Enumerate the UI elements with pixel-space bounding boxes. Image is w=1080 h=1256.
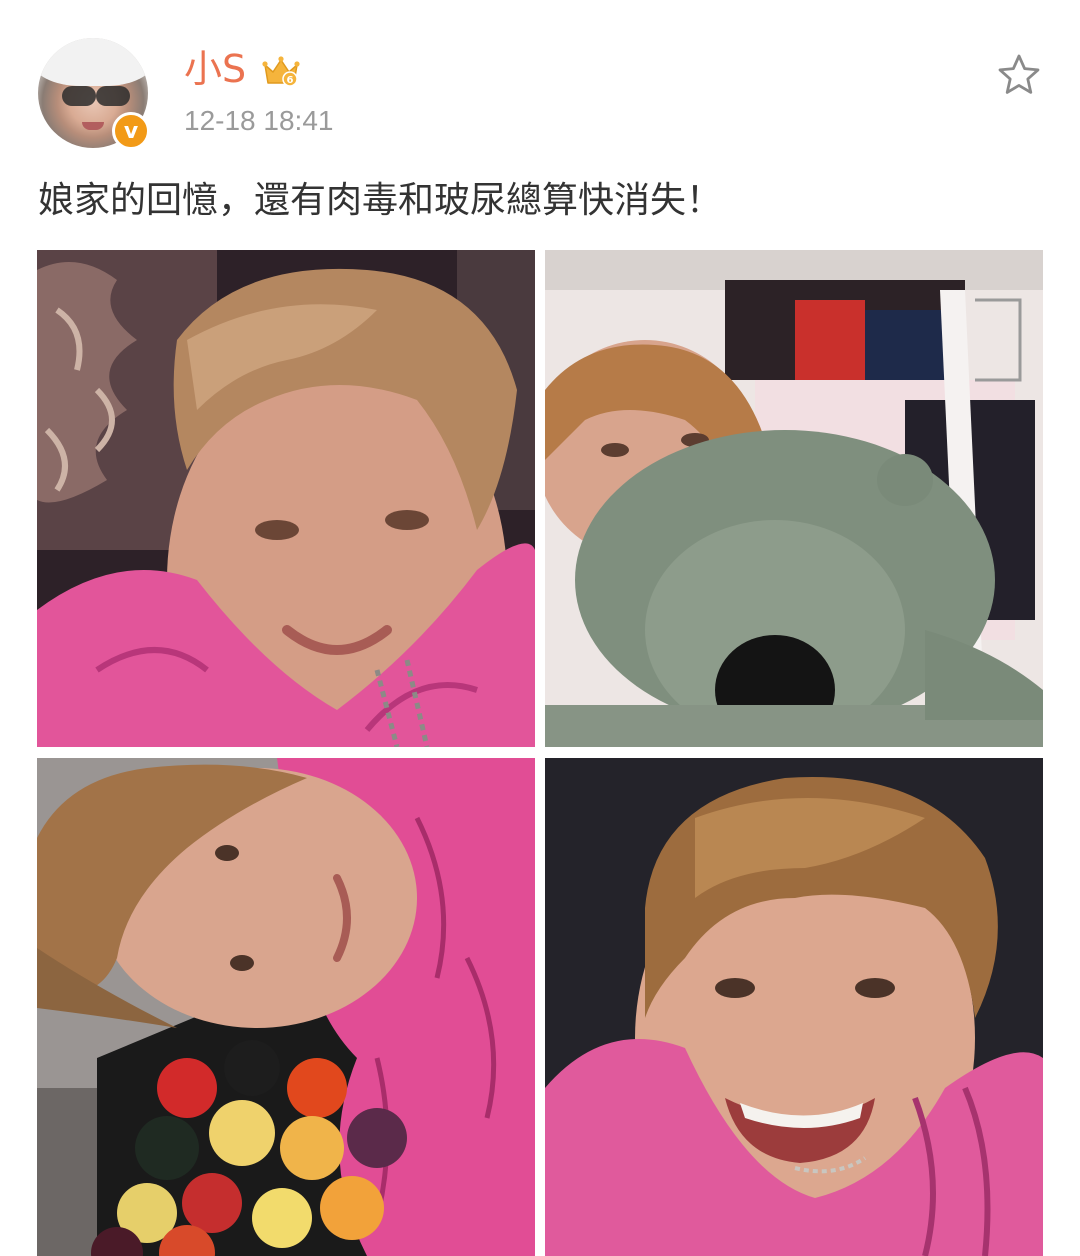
post-header: v 小S 6 12-18 18:41 [0,0,1080,160]
photo-1-illustration [37,250,535,747]
post-image-3[interactable] [37,758,535,1256]
author-avatar[interactable]: v [38,38,150,150]
post-image-1[interactable] [37,250,535,747]
photo-3-illustration [37,758,535,1256]
post-text: 娘家的回憶，還有肉毒和玻尿總算快消失！ [38,180,723,221]
member-level: 6 [287,75,294,86]
post-timestamp: 12-18 18:41 [184,105,334,136]
crown-member-icon[interactable]: 6 [262,55,300,87]
author-name[interactable]: 小S [184,46,246,92]
photo-4-illustration [545,758,1043,1256]
photo-2-illustration [545,250,1043,747]
star-outline-icon[interactable] [996,52,1042,98]
post-image-2[interactable] [545,250,1043,747]
post-image-4[interactable] [545,758,1043,1256]
verified-badge-icon: v [112,112,150,150]
